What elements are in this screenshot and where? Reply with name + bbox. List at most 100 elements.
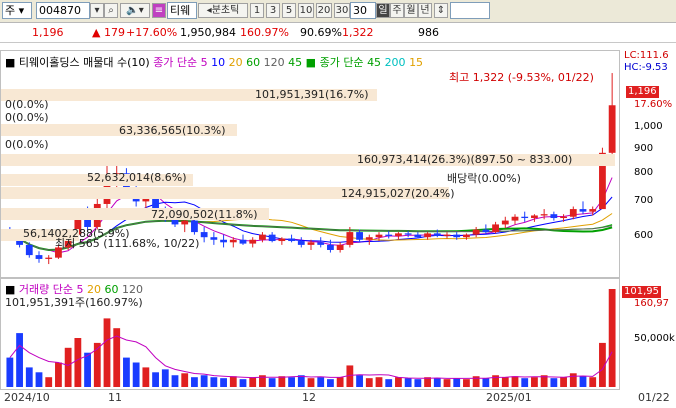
candle-body [210,237,218,240]
volume-bar [45,377,53,387]
period-year[interactable]: 년 [418,3,432,18]
x-label-11: 11 [108,391,122,404]
extra-input[interactable] [450,2,490,19]
legend-ma2-15: 15 [409,56,424,69]
candle-body [336,244,344,250]
candle-body [482,229,490,233]
candle-body [569,209,577,217]
candle-body [297,241,305,245]
volume-axis: 101,95 160,97 50,000k [620,278,676,390]
volume-bar [288,377,295,387]
candle-body [424,233,431,238]
price-axis: LC:111.6 HC:-9.53 1,196 17.60% 1,000 900… [620,50,676,278]
price-chart-panel[interactable]: ■ 티웨이홀딩스 매물대 수(10) 종가 단순 5 10 20 60 120 … [0,50,620,278]
tick-mode-select[interactable]: ◂분초틱 [198,3,248,18]
volume-bar [550,378,558,387]
candle-body [560,216,567,219]
candle-body [220,239,227,243]
legend-square-icon: ■ [5,56,16,69]
candle-body [443,234,451,236]
period-week[interactable]: 주 [390,3,404,18]
change-rate: +17.60% [126,26,178,39]
volume-bar [249,377,257,387]
market-label: 주 [5,4,16,17]
lc-label: LC:111.6 [624,50,669,61]
up-down-icon[interactable]: ⇕ [434,3,448,18]
volume-bar [220,378,227,387]
volume-bar [521,378,529,387]
volume-bar [560,377,567,387]
y-tick-800: 800 [634,167,654,178]
interval-1[interactable]: 1 [250,3,264,18]
volume-bar [404,378,412,387]
candle-body [463,234,470,238]
speaker-icon[interactable]: 🔈▾ [120,3,150,18]
candle-body [492,224,499,233]
interval-input[interactable]: 30 [350,2,376,19]
period-month[interactable]: 월 [404,3,418,18]
candle-body [579,209,587,212]
tick-mode-label: 분초틱 [211,5,240,16]
candle-body [608,105,616,153]
volume-bar [132,362,140,387]
candle-body [268,234,276,242]
candle-body [433,233,441,236]
volume-bar [395,377,402,387]
volume-pct: 160,97 [634,298,669,309]
candle-body [35,255,43,259]
volume-bar [414,379,422,387]
search-icon[interactable]: ⌕ [104,3,118,18]
volume-bar [16,333,23,387]
volume-bar [531,377,538,387]
x-label-12: 12 [302,391,316,404]
legend-ma2-200: 200 [384,56,406,69]
legend-ma-10: 10 [211,56,226,69]
candle-body [356,232,363,240]
interval-3[interactable]: 3 [266,3,280,18]
profile-zero-2: 0(0.0%) [5,111,49,124]
x-label-01-22: 01/22 [638,391,670,404]
code-input[interactable]: 004870 [36,2,90,19]
volume-value-label: 101,951,391주(160.97%) [5,296,143,309]
candle-body [453,234,461,238]
candle-body [550,214,558,219]
high-price: 1,322 [342,26,374,39]
min-price-label: 최저 565 (111.68%, 10/22) [55,237,200,250]
legend-ma-45: 45 [288,56,303,69]
volume-bar [161,369,169,387]
volume-bar [375,377,383,387]
volume-tag: 101,95 [622,286,661,298]
interval-5[interactable]: 5 [282,3,296,18]
price-tag: 1,196 [626,86,659,98]
candle-body [395,233,402,236]
toolbar: 주 ▾ 004870 ▾ ⌕ 🔈▾ ≡ 티웨 ◂분초틱 1 3 5 10 20 … [0,0,676,23]
volume-chart-panel[interactable]: ■ 거래량 단순 5 20 60 120 101,951,391주(160.97… [0,278,620,390]
quote-bar: 1,196 ▲ 179 +17.60% 1,950,984 160.97% 90… [0,23,676,43]
legend-ma-120: 120 [263,56,285,69]
profile-label-3: 160,973,414(26.3%)(897.50 ~ 833.00) [357,153,573,166]
volume-bar [385,379,393,387]
volume-bar [6,357,14,387]
candle-body [540,214,548,216]
candle-body [365,237,373,240]
interval-20[interactable]: 20 [316,3,332,18]
profile-label-2: 63,336,565(10.3%) [119,124,226,137]
volume-bar [181,373,189,387]
volume-bar [569,373,577,387]
candle-body [278,238,286,242]
volume-bar [64,347,72,387]
profile-zero-3: 0(0.0%) [5,138,49,151]
volume-bar [142,367,150,387]
market-select[interactable]: 주 ▾ [2,2,32,19]
interval-10[interactable]: 10 [298,3,314,18]
volume-bar [608,289,616,387]
candle-body [385,234,393,236]
legend-ma-5: 5 [200,56,208,69]
dropdown-icon[interactable]: ▾ [90,3,104,18]
interval-30[interactable]: 30 [334,3,350,18]
stock-name: 티웨 [167,2,197,19]
period-day[interactable]: 일 [376,3,390,18]
volume-bar [317,377,325,387]
memo-icon[interactable]: ≡ [152,3,166,18]
y-tick-700: 700 [634,195,654,206]
